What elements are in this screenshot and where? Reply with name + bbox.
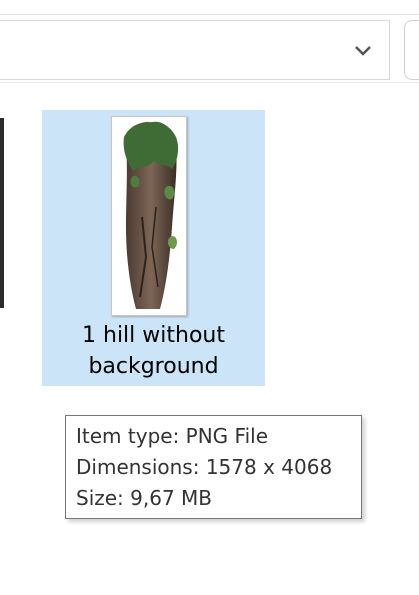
divider bbox=[0, 82, 419, 83]
refresh-button-edge[interactable] bbox=[404, 20, 419, 80]
tooltip-item-type: Item type: PNG File bbox=[76, 424, 269, 448]
image-thumbnail bbox=[111, 116, 187, 316]
tooltip-size: Size: 9,67 MB bbox=[76, 486, 213, 510]
chevron-down-icon bbox=[354, 42, 372, 61]
address-row bbox=[0, 20, 419, 80]
file-item-selected[interactable]: 1 hill without background bbox=[42, 110, 265, 386]
address-bar[interactable] bbox=[0, 20, 390, 80]
file-name-label: 1 hill without background bbox=[82, 323, 225, 379]
toolbar-strip bbox=[0, 0, 419, 15]
tooltip-dimensions: Dimensions: 1578 x 4068 bbox=[76, 455, 333, 479]
file-info-tooltip: Item type: PNG File Dimensions: 1578 x 4… bbox=[65, 415, 362, 519]
address-dropdown-button[interactable] bbox=[349, 37, 377, 65]
adjacent-file-item[interactable] bbox=[0, 118, 4, 308]
file-explorer-view: 1 hill without background Item type: PNG… bbox=[0, 0, 419, 595]
